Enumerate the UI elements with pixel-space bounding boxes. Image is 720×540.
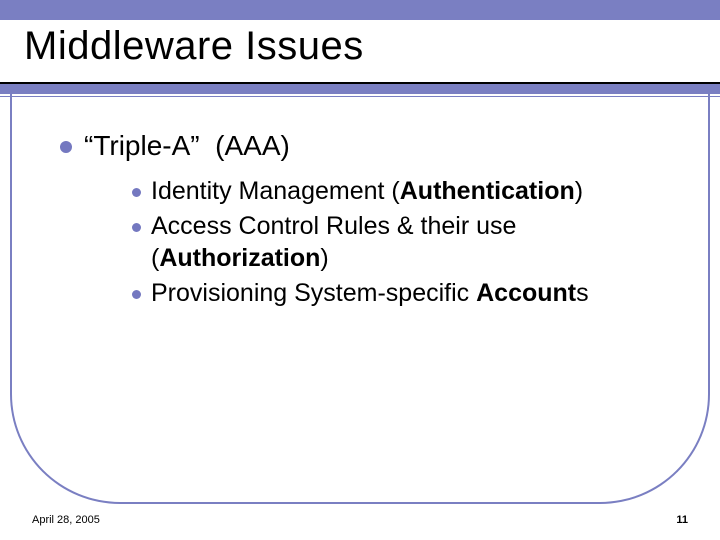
list-item: Identity Management (Authentication) bbox=[132, 176, 660, 207]
text-bold: Account bbox=[476, 279, 576, 307]
text-pre: Provisioning System-specific bbox=[151, 279, 476, 307]
text-post: s bbox=[576, 279, 589, 307]
sub-bullet-list: Identity Management (Authentication) Acc… bbox=[132, 176, 660, 309]
bullet-level1-text: “Triple-A” (AAA) bbox=[84, 130, 290, 162]
text-bold: Authentication bbox=[400, 177, 575, 205]
text-post: ) bbox=[320, 244, 328, 272]
bullet-icon bbox=[132, 290, 141, 299]
sub-bullet-text: Access Control Rules & their use (Author… bbox=[151, 211, 660, 274]
slide: Middleware Issues “Triple-A” (AAA) Ident… bbox=[0, 0, 720, 540]
footer-page-number: 11 bbox=[676, 514, 688, 526]
bullet-level1: “Triple-A” (AAA) bbox=[60, 130, 660, 162]
slide-title: Middleware Issues bbox=[24, 24, 364, 69]
text-pre: Identity Management ( bbox=[151, 177, 400, 205]
list-item: Access Control Rules & their use (Author… bbox=[132, 211, 660, 274]
top-accent-band bbox=[0, 0, 720, 20]
list-item: Provisioning System-specific Accounts bbox=[132, 278, 660, 309]
bullet-icon bbox=[60, 141, 72, 153]
content-area: “Triple-A” (AAA) Identity Management (Au… bbox=[60, 130, 660, 313]
sub-bullet-text: Identity Management (Authentication) bbox=[151, 176, 583, 207]
bullet-icon bbox=[132, 223, 141, 232]
sub-bullet-text: Provisioning System-specific Accounts bbox=[151, 278, 589, 309]
text-post: ) bbox=[575, 177, 583, 205]
title-divider bbox=[0, 82, 720, 97]
footer-date: April 28, 2005 bbox=[32, 514, 100, 526]
text-bold: Authorization bbox=[159, 244, 320, 272]
bullet-icon bbox=[132, 188, 141, 197]
